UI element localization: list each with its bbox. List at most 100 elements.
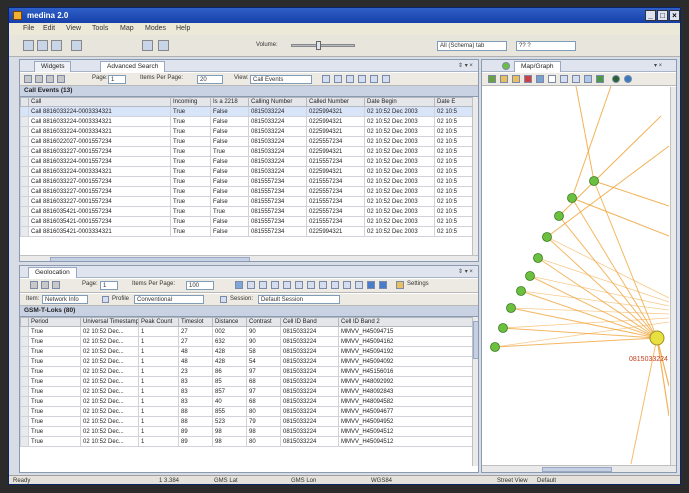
geo-tool-icon-10[interactable] <box>355 281 363 289</box>
tab-advanced-search[interactable]: Advanced Search <box>100 61 166 72</box>
settings-button[interactable]: Settings <box>407 281 429 287</box>
graph-node[interactable] <box>567 193 577 203</box>
row-selector[interactable] <box>20 436 29 447</box>
row-selector[interactable] <box>20 366 29 377</box>
geolocation-vscrollbar[interactable] <box>472 317 478 466</box>
layout-tool-icon[interactable] <box>584 75 592 83</box>
call-events-row[interactable]: Call 8816022027-0001557234 True False 08150… <box>20 136 473 147</box>
session-select[interactable]: Default Session <box>258 295 340 304</box>
grid-icon[interactable] <box>358 75 366 83</box>
geo-tool-icon-2[interactable] <box>259 281 267 289</box>
graph-node[interactable] <box>498 323 508 333</box>
call-events-col-header[interactable]: Calling Number <box>248 97 307 107</box>
graph-node[interactable] <box>525 271 535 281</box>
refresh-icon[interactable] <box>322 75 330 83</box>
row-selector[interactable] <box>20 376 29 387</box>
geo-tool-icon-6[interactable] <box>307 281 315 289</box>
row-selector[interactable] <box>20 206 29 217</box>
street-view-button[interactable]: Street View <box>497 478 528 484</box>
graph-node[interactable] <box>516 286 526 296</box>
next-page-icon[interactable] <box>46 75 54 83</box>
geolocation-col-header[interactable] <box>20 317 29 327</box>
geo-panel-controls-icon[interactable]: ⇕ ▾ × <box>458 268 473 275</box>
geo-tool-icon-1[interactable] <box>247 281 255 289</box>
schema-dropdown[interactable]: All (Schema) tab <box>437 41 507 51</box>
geo-items-per-page-select[interactable]: 100 <box>186 281 214 290</box>
menu-map[interactable]: Map <box>120 25 134 32</box>
filter-icon[interactable] <box>346 75 354 83</box>
call-events-row[interactable]: Call 8816033227-0001557234 True False 08155… <box>20 196 473 207</box>
settings-icon[interactable] <box>396 281 404 289</box>
pointer-icon[interactable] <box>548 75 556 83</box>
geolocation-col-header[interactable]: Cell ID Band <box>280 317 339 327</box>
graph-tool-icon-3[interactable] <box>512 75 520 83</box>
graph-edge[interactable] <box>575 86 595 182</box>
call-events-vscrollbar[interactable] <box>472 97 478 255</box>
call-events-hscrollbar[interactable] <box>20 255 478 261</box>
default-button[interactable]: Default <box>537 478 556 484</box>
menu-tools[interactable]: Tools <box>92 25 108 32</box>
call-events-col-header[interactable]: Call <box>28 97 171 107</box>
geolocation-row[interactable]: True 02 10:52 Dec... 1 27 632 90 0815033224 MMV… <box>20 336 473 347</box>
row-selector[interactable] <box>20 336 29 347</box>
row-selector[interactable] <box>20 356 29 367</box>
call-events-row[interactable]: Call 8816035421-0001557234 True False 08155… <box>20 216 473 227</box>
row-selector[interactable] <box>20 136 29 147</box>
graph-node[interactable] <box>589 176 599 186</box>
row-selector[interactable] <box>20 156 29 167</box>
geo-page-select[interactable]: 1 <box>100 281 118 290</box>
geo-prev-page-icon[interactable] <box>41 281 49 289</box>
row-selector[interactable] <box>20 216 29 227</box>
geolocation-row[interactable]: True 02 10:52 Dec... 1 83 40 68 0815033224 MMVV… <box>20 396 473 407</box>
call-events-col-header[interactable]: Is a 2218 <box>210 97 249 107</box>
geolocation-col-header[interactable]: Distance <box>212 317 247 327</box>
menu-view[interactable]: View <box>66 25 81 32</box>
chart-icon[interactable] <box>370 75 378 83</box>
call-events-row[interactable]: Call 8816033224-0001557234 True False 08150… <box>20 156 473 167</box>
config-icon[interactable] <box>158 40 169 51</box>
call-events-row[interactable]: Call 8816033224-0003334321 True False 08150… <box>20 166 473 177</box>
geo-tool-icon-7[interactable] <box>319 281 327 289</box>
earth-icon[interactable] <box>624 75 632 83</box>
volume-slider[interactable] <box>291 41 355 50</box>
row-selector[interactable] <box>20 166 29 177</box>
geolocation-col-header[interactable]: Universal Timestamp <box>80 317 139 327</box>
graph-tool-icon-5[interactable] <box>536 75 544 83</box>
graph-node[interactable] <box>533 253 543 263</box>
call-events-col-header[interactable]: Called Number <box>306 97 365 107</box>
geolocation-col-header[interactable]: Timeslot <box>178 317 213 327</box>
first-page-icon[interactable] <box>24 75 32 83</box>
row-selector[interactable] <box>20 326 29 337</box>
graph-edge[interactable] <box>546 236 658 339</box>
layout-icon[interactable] <box>71 40 82 51</box>
call-events-hscroll-thumb[interactable] <box>50 257 250 261</box>
last-page-icon[interactable] <box>57 75 65 83</box>
row-selector[interactable] <box>20 396 29 407</box>
zoom-out-icon[interactable] <box>572 75 580 83</box>
row-selector[interactable] <box>20 186 29 197</box>
geo-tool-icon-8[interactable] <box>331 281 339 289</box>
globe-icon[interactable] <box>612 75 620 83</box>
geo-tool-icon-4[interactable] <box>283 281 291 289</box>
row-selector[interactable] <box>20 346 29 357</box>
graph-edge[interactable] <box>494 337 658 348</box>
row-selector[interactable] <box>20 106 29 117</box>
link-graph[interactable]: 0815033224 <box>481 86 669 464</box>
geolocation-row[interactable]: True 02 10:52 Dec... 1 48 428 58 0815033224 MMV… <box>20 346 473 357</box>
item-select[interactable]: Network Info <box>42 295 88 304</box>
call-events-row[interactable]: Call 8816035421-0003334321 True False 08155… <box>20 226 473 237</box>
graph-edge[interactable] <box>571 197 669 237</box>
graph-panel-controls-icon[interactable]: ▾ × <box>654 62 662 69</box>
export-icon[interactable] <box>334 75 342 83</box>
menu-edit[interactable]: Edit <box>43 25 55 32</box>
geolocation-col-header[interactable]: Contrast <box>246 317 281 327</box>
call-events-col-header[interactable]: Date E <box>434 97 473 107</box>
geo-tool-icon-11[interactable] <box>367 281 375 289</box>
geo-tool-icon-3[interactable] <box>271 281 279 289</box>
call-events-col-header[interactable] <box>20 97 29 107</box>
row-selector[interactable] <box>20 406 29 417</box>
call-events-row[interactable]: Call 8816033227-0001557234 True False 08155… <box>20 186 473 197</box>
graph-node[interactable] <box>542 232 552 242</box>
row-selector[interactable] <box>20 226 29 237</box>
geolocation-row[interactable]: True 02 10:52 Dec... 1 83 85 68 0815033224 MMVV… <box>20 376 473 387</box>
